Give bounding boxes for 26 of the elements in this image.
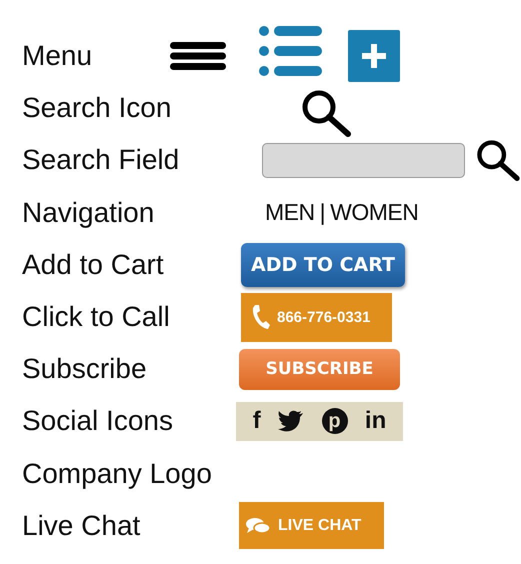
menu-icon[interactable]	[170, 41, 226, 72]
row-label: Search Field	[22, 144, 180, 176]
nav-link[interactable]: MEN	[265, 199, 315, 226]
row-label: Company Logo	[22, 458, 213, 490]
phone-icon	[251, 304, 271, 330]
list-icon[interactable]	[258, 25, 322, 78]
row-label: Add to Cart	[22, 248, 165, 281]
add-to-cart-button[interactable]: ADD TO CART	[241, 242, 405, 287]
nav-link[interactable]: WOMEN	[330, 199, 418, 226]
row-label: Subscribe	[22, 353, 148, 386]
row-label: Click to Call	[22, 301, 171, 334]
chat-icon	[245, 516, 271, 535]
row-label: Menu	[22, 40, 94, 72]
add-icon[interactable]	[348, 30, 400, 82]
search-field[interactable]	[262, 142, 466, 178]
row-label: Social Icons	[22, 405, 174, 438]
linkedin-link[interactable]: in	[364, 407, 386, 436]
search-icon[interactable]	[300, 89, 352, 138]
pinterest-icon[interactable]: p	[322, 408, 348, 434]
bird-icon[interactable]	[278, 410, 304, 432]
search-icon[interactable]	[475, 139, 521, 182]
facebook-link[interactable]: f	[252, 407, 261, 436]
row-label: Navigation	[22, 196, 156, 229]
row-label: Live Chat	[22, 510, 142, 542]
row-label: Search Icon	[22, 92, 170, 124]
separator: |	[320, 199, 326, 226]
